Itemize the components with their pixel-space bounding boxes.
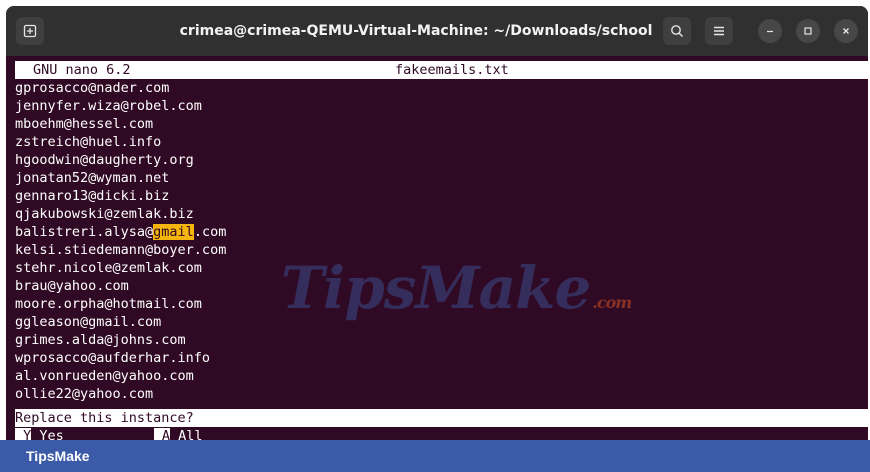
search-icon: [671, 25, 683, 37]
footer-brand-label: TipsMake: [26, 448, 90, 464]
search-match-highlight: gmail: [153, 224, 194, 240]
file-line: ggleason@gmail.com: [15, 314, 162, 330]
footer-bar: TipsMake: [0, 440, 870, 472]
file-line: wprosacco@aufderhar.info: [15, 350, 211, 366]
file-line: al.vonrueden@yahoo.com: [15, 368, 194, 384]
window-title: crimea@crimea-QEMU-Virtual-Machine: ~/Do…: [179, 23, 653, 39]
option-yes-label[interactable]: Yes: [31, 428, 63, 440]
file-line: gprosacco@nader.com: [15, 80, 170, 96]
file-line: kelsi.stiedemann@boyer.com: [15, 242, 227, 258]
option-all-label[interactable]: All: [170, 428, 202, 440]
new-tab-button[interactable]: [16, 17, 44, 45]
file-line: jonatan52@wyman.net: [15, 170, 170, 186]
file-line: zstreich@huel.info: [15, 134, 162, 150]
terminal-area[interactable]: GNU nano 6.2 fakeemails.txt gprosacco@na…: [6, 56, 868, 440]
prompt-options: Y Yes A All: [15, 427, 203, 440]
menu-button[interactable]: [705, 17, 733, 45]
replace-prompt: Replace this instance?: [15, 409, 868, 427]
title-bar: crimea@crimea-QEMU-Virtual-Machine: ~/Do…: [6, 6, 868, 56]
nano-header-bar: GNU nano 6.2 fakeemails.txt: [15, 61, 868, 79]
file-line: jennyfer.wiza@robel.com: [15, 98, 202, 114]
watermark-text: TipsMake: [281, 254, 591, 322]
maximize-button[interactable]: [796, 19, 820, 43]
terminal-window: crimea@crimea-QEMU-Virtual-Machine: ~/Do…: [6, 6, 868, 440]
file-line: moore.orpha@hotmail.com: [15, 296, 202, 312]
minimize-button[interactable]: [758, 19, 782, 43]
new-tab-icon: [23, 24, 37, 38]
line-text-after-match: .com: [193, 224, 227, 240]
close-button[interactable]: [834, 19, 858, 43]
option-all-key[interactable]: A: [153, 428, 171, 440]
close-icon: [843, 28, 849, 34]
watermark-suffix: .com: [592, 293, 632, 312]
file-line: grimes.alda@johns.com: [15, 332, 186, 348]
nano-version: GNU nano 6.2: [33, 62, 131, 78]
file-line: ollie22@yahoo.com: [15, 386, 154, 402]
file-line: hgoodwin@daugherty.org: [15, 152, 194, 168]
maximize-icon: [804, 27, 812, 35]
option-yes-key[interactable]: Y: [15, 428, 32, 440]
file-line-with-match: balistreri.alysa@gmail.com: [15, 223, 226, 241]
hamburger-menu-icon: [714, 26, 724, 36]
nano-filename: fakeemails.txt: [395, 62, 509, 78]
file-line: qjakubowski@zemlak.biz: [15, 206, 194, 222]
file-line: brau@yahoo.com: [15, 278, 129, 294]
file-line: gennaro13@dicki.biz: [15, 188, 170, 204]
file-line: stehr.nicole@zemlak.com: [15, 260, 202, 276]
watermark-logo: TipsMake .com: [281, 254, 632, 322]
minimize-icon: [767, 30, 773, 33]
file-line: mboehm@hessel.com: [15, 116, 154, 132]
line-text-before-match: balistreri.alysa@: [15, 224, 154, 240]
search-button[interactable]: [663, 17, 691, 45]
